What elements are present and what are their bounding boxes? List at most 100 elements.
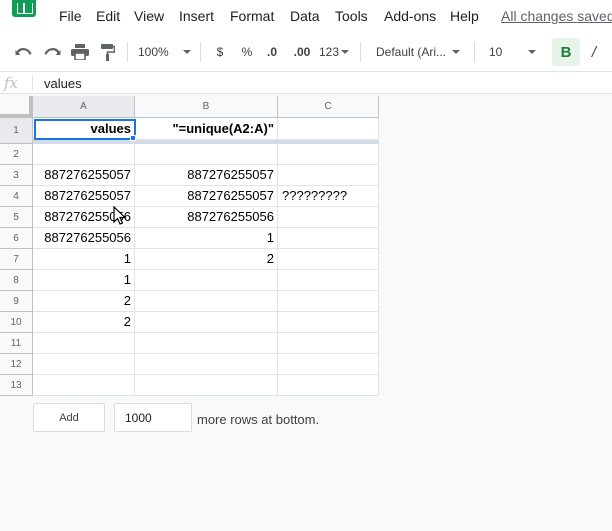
row-header-12[interactable]: 12 — [0, 354, 33, 375]
decrease-decimal-button[interactable]: .0 — [262, 32, 282, 72]
cell-c6[interactable] — [278, 228, 379, 249]
row-header-10[interactable]: 10 — [0, 312, 33, 333]
cell-c5[interactable] — [278, 207, 379, 228]
zoom-select[interactable]: 100% — [138, 32, 194, 72]
paint-format-button[interactable] — [96, 32, 120, 72]
toolbar: 100% $ % .0 .00 123 Default (Ari... 10 B… — [0, 32, 612, 72]
menu-bar: File Edit View Insert Format Data Tools … — [0, 0, 612, 32]
font-size-value: 10 — [489, 45, 503, 59]
row-header-6[interactable]: 6 — [0, 228, 33, 249]
cell-b4[interactable]: 887276255057 — [135, 186, 278, 207]
formula-divider — [32, 75, 33, 91]
more-formats-button[interactable]: 123 — [319, 32, 353, 72]
cell-a12[interactable] — [33, 354, 135, 375]
toolbar-divider — [360, 42, 361, 62]
font-family-value: Default (Ari... — [376, 45, 447, 59]
save-status-link[interactable]: All changes saved — [501, 8, 612, 24]
cell-c4[interactable]: ????????? — [278, 186, 379, 207]
column-header-a[interactable]: A — [33, 96, 135, 118]
chevron-down-icon — [528, 50, 537, 54]
currency-format-button[interactable]: $ — [210, 32, 230, 72]
font-family-select[interactable]: Default (Ari... — [376, 32, 468, 72]
spreadsheet-window: File Edit View Insert Format Data Tools … — [0, 0, 612, 531]
cell-a8[interactable]: 1 — [33, 270, 135, 291]
font-size-select[interactable]: 10 — [489, 32, 545, 72]
cell-b7[interactable]: 2 — [135, 249, 278, 270]
row-header-9[interactable]: 9 — [0, 291, 33, 312]
cell-c10[interactable] — [278, 312, 379, 333]
cell-b2[interactable] — [135, 144, 278, 165]
cell-c12[interactable] — [278, 354, 379, 375]
cell-a6[interactable]: 887276255056 — [33, 228, 135, 249]
row-header-5[interactable]: 5 — [0, 207, 33, 228]
cell-b9[interactable] — [135, 291, 278, 312]
cell-c11[interactable] — [278, 333, 379, 354]
redo-button[interactable] — [40, 32, 64, 72]
percent-format-button[interactable]: % — [237, 32, 257, 72]
cell-c9[interactable] — [278, 291, 379, 312]
menu-add-ons[interactable]: Add-ons — [384, 8, 436, 24]
row-header-4[interactable]: 4 — [0, 186, 33, 207]
menu-help[interactable]: Help — [450, 8, 479, 24]
increase-decimal-button[interactable]: .00 — [290, 32, 314, 72]
chevron-down-icon — [341, 50, 350, 54]
row-header-11[interactable]: 11 — [0, 333, 33, 354]
column-header-b[interactable]: B — [135, 96, 278, 118]
cell-b12[interactable] — [135, 354, 278, 375]
cell-a3[interactable]: 887276255057 — [33, 165, 135, 186]
cell-c1[interactable] — [278, 118, 379, 140]
sheets-logo-icon[interactable] — [12, 0, 36, 17]
select-all-corner[interactable] — [0, 96, 33, 118]
cell-a4[interactable]: 887276255057 — [33, 186, 135, 207]
menu-tools[interactable]: Tools — [335, 8, 368, 24]
bold-button[interactable]: B — [552, 38, 580, 66]
cell-a10[interactable]: 2 — [33, 312, 135, 333]
cell-a2[interactable] — [33, 144, 135, 165]
row-header-2[interactable]: 2 — [0, 144, 33, 165]
row-header-8[interactable]: 8 — [0, 270, 33, 291]
cell-b13[interactable] — [135, 375, 278, 396]
toolbar-divider — [474, 42, 475, 62]
fill-handle[interactable] — [130, 135, 136, 141]
menu-view[interactable]: View — [134, 8, 164, 24]
undo-button[interactable] — [12, 32, 36, 72]
row-header-13[interactable]: 13 — [0, 375, 33, 396]
cell-c2[interactable] — [278, 144, 379, 165]
cell-c7[interactable] — [278, 249, 379, 270]
chevron-down-icon — [452, 50, 461, 54]
freeze-row-divider[interactable] — [33, 140, 379, 144]
column-header-c[interactable]: C — [278, 96, 379, 118]
print-icon — [71, 44, 89, 60]
print-button[interactable] — [68, 32, 92, 72]
paint-format-icon — [101, 43, 115, 61]
cell-c13[interactable] — [278, 375, 379, 396]
menu-data[interactable]: Data — [290, 8, 320, 24]
cell-b3[interactable]: 887276255057 — [135, 165, 278, 186]
cell-a11[interactable] — [33, 333, 135, 354]
row-header-1[interactable]: 1 — [0, 118, 33, 144]
italic-button[interactable]: / — [586, 32, 602, 72]
cell-b10[interactable] — [135, 312, 278, 333]
menu-file[interactable]: File — [59, 8, 82, 24]
menu-format[interactable]: Format — [230, 8, 274, 24]
cell-b1[interactable]: "=unique(A2:A)" — [135, 118, 278, 140]
cell-b11[interactable] — [135, 333, 278, 354]
cell-a13[interactable] — [33, 375, 135, 396]
cell-c8[interactable] — [278, 270, 379, 291]
cell-a9[interactable]: 2 — [33, 291, 135, 312]
row-header-7[interactable]: 7 — [0, 249, 33, 270]
add-rows-button[interactable]: Add — [33, 403, 105, 432]
chevron-down-icon — [182, 50, 191, 54]
formula-input[interactable]: values — [44, 76, 82, 91]
zoom-value: 100% — [138, 45, 169, 59]
cell-b6[interactable]: 1 — [135, 228, 278, 249]
menu-insert[interactable]: Insert — [179, 8, 214, 24]
add-rows-count-input[interactable]: 1000 — [114, 403, 192, 432]
menu-edit[interactable]: Edit — [96, 8, 120, 24]
add-rows-label: more rows at bottom. — [197, 412, 320, 427]
cell-b8[interactable] — [135, 270, 278, 291]
cell-a7[interactable]: 1 — [33, 249, 135, 270]
cell-c3[interactable] — [278, 165, 379, 186]
cell-b5[interactable]: 887276255056 — [135, 207, 278, 228]
row-header-3[interactable]: 3 — [0, 165, 33, 186]
